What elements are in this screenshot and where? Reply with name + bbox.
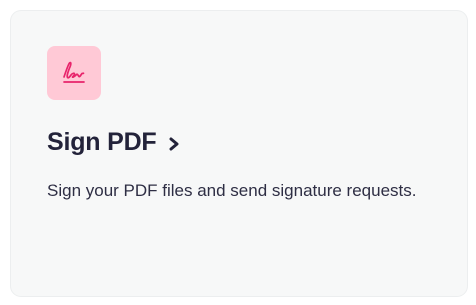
chevron-right-icon	[167, 134, 181, 152]
card-description: Sign your PDF files and send signature r…	[47, 181, 417, 200]
card-title-row[interactable]: Sign PDF	[47, 128, 181, 157]
card-title: Sign PDF	[47, 128, 157, 156]
signature-icon-badge	[47, 46, 101, 100]
sign-pdf-card[interactable]: Sign PDF Sign your PDF files and send si…	[11, 11, 467, 296]
signature-icon	[63, 61, 85, 83]
